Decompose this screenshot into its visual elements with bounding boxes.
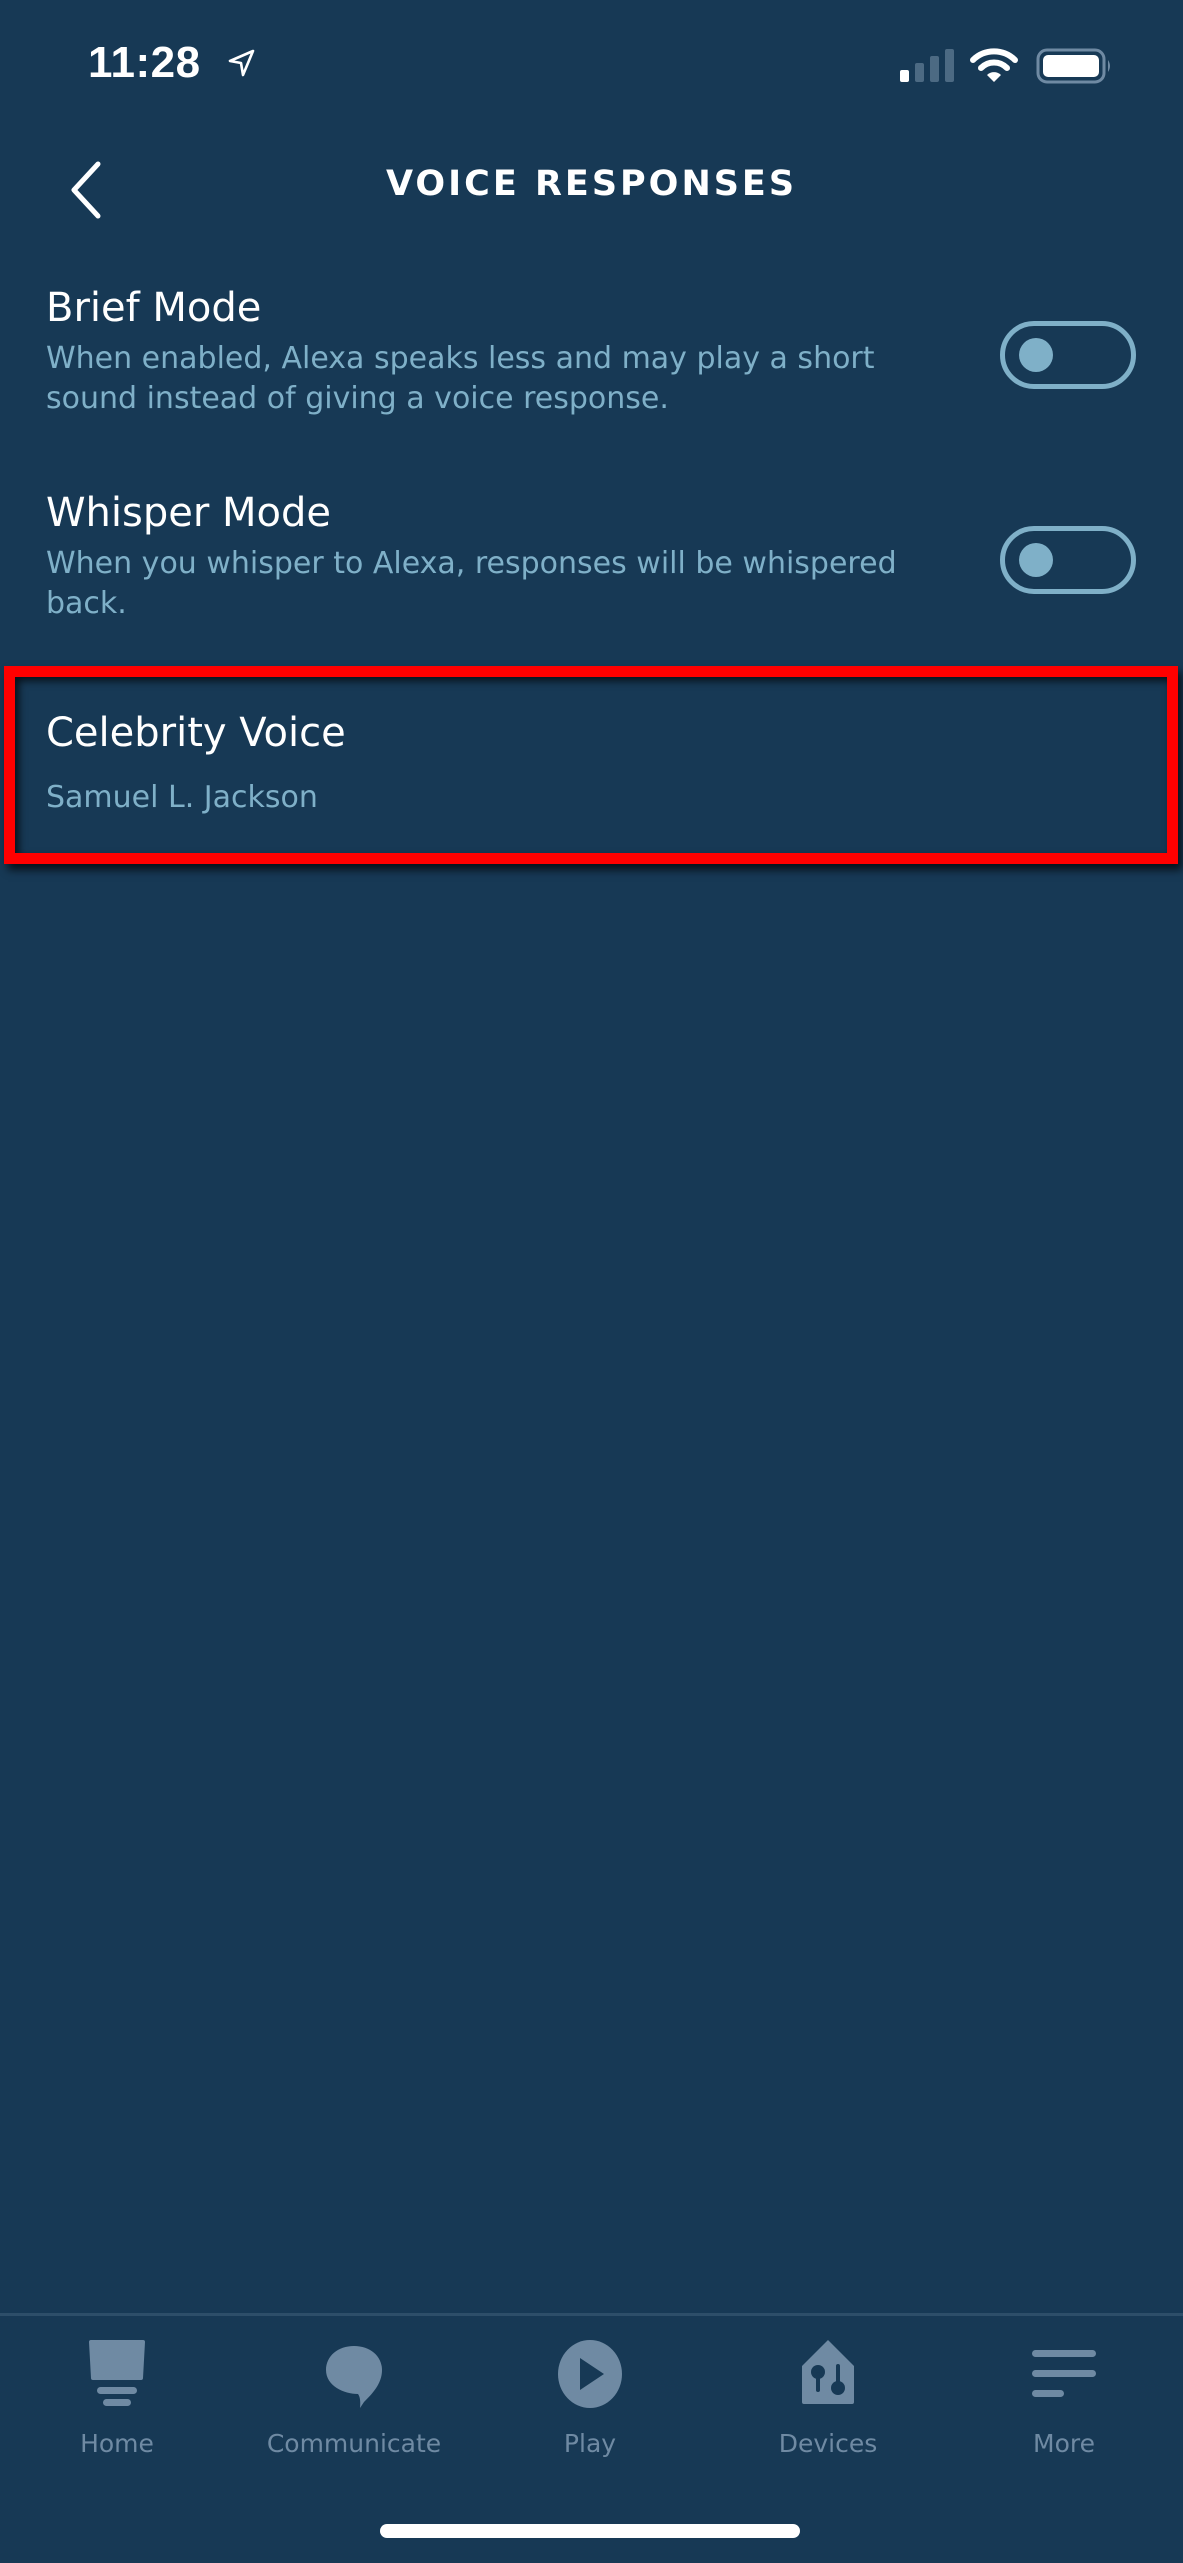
devices-house-icon — [802, 2340, 854, 2404]
brief-mode-toggle[interactable] — [1000, 321, 1136, 389]
toggle-knob — [1019, 543, 1053, 577]
nav-item-more[interactable]: More — [964, 2336, 1164, 2476]
setting-row-whisper-mode: Whisper Mode When you whisper to Alexa, … — [0, 480, 1183, 650]
toggle-knob — [1019, 338, 1053, 372]
nav-item-communicate[interactable]: Communicate — [254, 2336, 454, 2476]
setting-title: Brief Mode — [46, 285, 262, 331]
setting-description: When you whisper to Alexa, responses wil… — [46, 546, 897, 621]
menu-lines-icon — [1032, 2350, 1096, 2397]
setting-row-brief-mode: Brief Mode When enabled, Alexa speaks le… — [0, 275, 1183, 455]
status-time: 11:28 — [88, 38, 201, 87]
nav-item-devices[interactable]: Devices — [728, 2336, 928, 2476]
play-circle-icon — [558, 2340, 622, 2408]
status-bar: 11:28 — [0, 0, 1183, 130]
nav-label: More — [1033, 2429, 1095, 2458]
nav-item-play[interactable]: Play — [490, 2336, 690, 2476]
header: VOICE RESPONSES — [0, 140, 1183, 240]
nav-item-home[interactable]: Home — [17, 2336, 217, 2476]
battery-icon — [1036, 48, 1110, 84]
nav-label: Devices — [778, 2429, 878, 2458]
location-arrow-icon — [228, 49, 255, 77]
setting-row-celebrity-voice[interactable]: Celebrity Voice Samuel L. Jackson — [0, 680, 1183, 850]
speech-bubble-icon — [326, 2346, 382, 2408]
wifi-icon — [970, 48, 1018, 82]
cellular-signal-icon — [900, 49, 954, 82]
whisper-mode-toggle[interactable] — [1000, 526, 1136, 594]
setting-description: When enabled, Alexa speaks less and may … — [46, 341, 875, 416]
nav-label: Play — [563, 2429, 617, 2458]
setting-value: Samuel L. Jackson — [46, 780, 318, 815]
home-echo-icon — [89, 2340, 145, 2406]
home-indicator[interactable] — [380, 2524, 800, 2538]
setting-title: Whisper Mode — [46, 490, 331, 536]
nav-label: Home — [80, 2429, 154, 2458]
page-title: VOICE RESPONSES — [385, 164, 798, 204]
setting-title: Celebrity Voice — [46, 710, 346, 756]
nav-label: Communicate — [266, 2429, 442, 2458]
